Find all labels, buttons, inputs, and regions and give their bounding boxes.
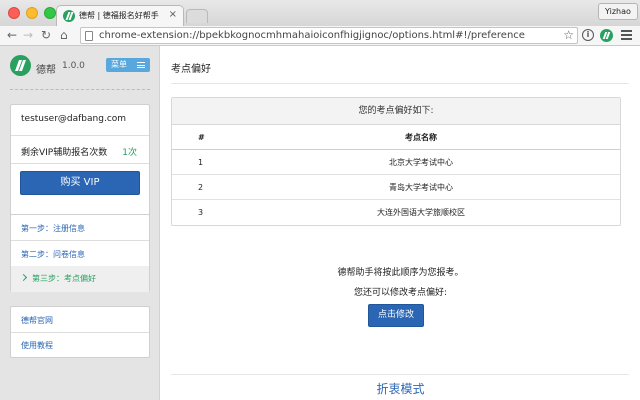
fold-mode-link[interactable]: 折衷模式 xyxy=(161,380,640,397)
row-number: 2 xyxy=(198,183,204,192)
order-notice: 德帮助手将按此顺序为您报考。 xyxy=(337,268,464,278)
extension-favicon-icon xyxy=(63,10,75,22)
preference-table: 您的考点偏好如下: # 考点名称 1 北京大学考试中心 2 青岛大学考试中心 3… xyxy=(171,97,621,226)
chevron-right-icon xyxy=(19,273,28,282)
steps-card: 第一步：注册信息 第二步：问卷信息 第三步：考点偏好 xyxy=(10,214,150,292)
address-bar[interactable]: chrome-extension://bpekbkognocmhmahaioic… xyxy=(80,27,578,44)
page-icon xyxy=(85,31,93,41)
edit-preference-button[interactable]: 点击修改 xyxy=(368,304,424,327)
sidebar-item-step-register[interactable]: 第一步：注册信息 xyxy=(21,223,85,234)
official-site-link[interactable]: 德帮官网 xyxy=(21,315,53,326)
minimize-window-button[interactable] xyxy=(26,7,38,19)
card-divider xyxy=(11,240,149,241)
row-number: 1 xyxy=(198,158,204,167)
menu-button-label: 菜单 xyxy=(111,60,127,69)
table-row: 3 大连外国语大学旅顺校区 xyxy=(172,200,620,225)
row-number: 3 xyxy=(198,208,204,217)
info-icon[interactable]: i xyxy=(582,29,594,41)
table-header-row: # 考点名称 xyxy=(172,125,620,150)
browser-toolbar: ← → ↻ ⌂ chrome-extension://bpekbkognocmh… xyxy=(0,26,640,46)
tab-title: 德帮 | 德福报名好帮手 xyxy=(79,11,159,20)
profile-button[interactable]: Yizhao xyxy=(598,3,638,20)
reload-icon[interactable]: ↻ xyxy=(41,28,51,43)
table-caption: 您的考点偏好如下: xyxy=(172,98,620,125)
back-arrow-icon[interactable]: ← xyxy=(7,28,17,43)
row-exam-center: 青岛大学考试中心 xyxy=(389,183,453,192)
sidebar-item-label: 第三步：考点偏好 xyxy=(32,274,96,283)
column-header-name: 考点名称 xyxy=(405,133,437,142)
hamburger-icon[interactable] xyxy=(621,30,632,40)
brand-version: 1.0.0 xyxy=(62,61,85,71)
card-divider xyxy=(11,332,149,333)
tab-close-icon[interactable]: × xyxy=(169,9,177,20)
title-divider xyxy=(171,83,629,84)
links-card: 德帮官网 使用教程 xyxy=(10,306,150,358)
browser-tab-active[interactable]: 德帮 | 德福报名好帮手 × xyxy=(56,5,184,26)
user-email: testuser@dafbang.com xyxy=(21,114,127,124)
card-divider xyxy=(11,163,149,164)
sidebar-item-step-survey[interactable]: 第二步：问卷信息 xyxy=(21,249,85,260)
page-title: 考点偏好 xyxy=(171,64,211,75)
window-titlebar: 德帮 | 德福报名好帮手 × Yizhao xyxy=(0,0,640,26)
brand-name: 德帮 xyxy=(36,65,56,76)
address-url[interactable]: chrome-extension://bpekbkognocmhmahaioic… xyxy=(99,30,525,41)
modify-notice: 您还可以修改考点偏好: xyxy=(353,288,448,298)
star-icon[interactable]: ☆ xyxy=(563,28,574,42)
vip-remaining-count: 1次 xyxy=(122,148,137,158)
column-header-number: # xyxy=(198,133,205,142)
sidebar: 德帮 1.0.0 菜单 testuser@dafbang.com 剩余VIP辅助… xyxy=(0,46,160,400)
table-row: 2 青岛大学考试中心 xyxy=(172,175,620,200)
buy-vip-button[interactable]: 购买 VIP xyxy=(20,171,140,195)
sidebar-item-step-preference[interactable]: 第三步：考点偏好 xyxy=(11,266,149,292)
sidebar-divider xyxy=(10,89,150,90)
menu-bars-icon xyxy=(137,62,145,68)
row-exam-center: 北京大学考试中心 xyxy=(389,158,453,167)
main-content: 考点偏好 您的考点偏好如下: # 考点名称 1 北京大学考试中心 2 青岛大学考… xyxy=(161,46,640,400)
table-row: 1 北京大学考试中心 xyxy=(172,150,620,175)
card-divider xyxy=(11,135,149,136)
new-tab-button[interactable] xyxy=(186,9,208,23)
close-window-button[interactable] xyxy=(8,7,20,19)
row-exam-center: 大连外国语大学旅顺校区 xyxy=(377,208,465,217)
tutorial-link[interactable]: 使用教程 xyxy=(21,340,53,351)
brand-logo-icon xyxy=(10,55,31,76)
menu-button[interactable]: 菜单 xyxy=(106,58,150,72)
bottom-divider xyxy=(171,374,629,375)
home-icon[interactable]: ⌂ xyxy=(60,28,68,43)
forward-arrow-icon[interactable]: → xyxy=(23,28,33,43)
extension-icon[interactable] xyxy=(600,29,613,42)
vip-remaining-label: 剩余VIP辅助报名次数 xyxy=(21,148,108,158)
zoom-window-button[interactable] xyxy=(44,7,56,19)
